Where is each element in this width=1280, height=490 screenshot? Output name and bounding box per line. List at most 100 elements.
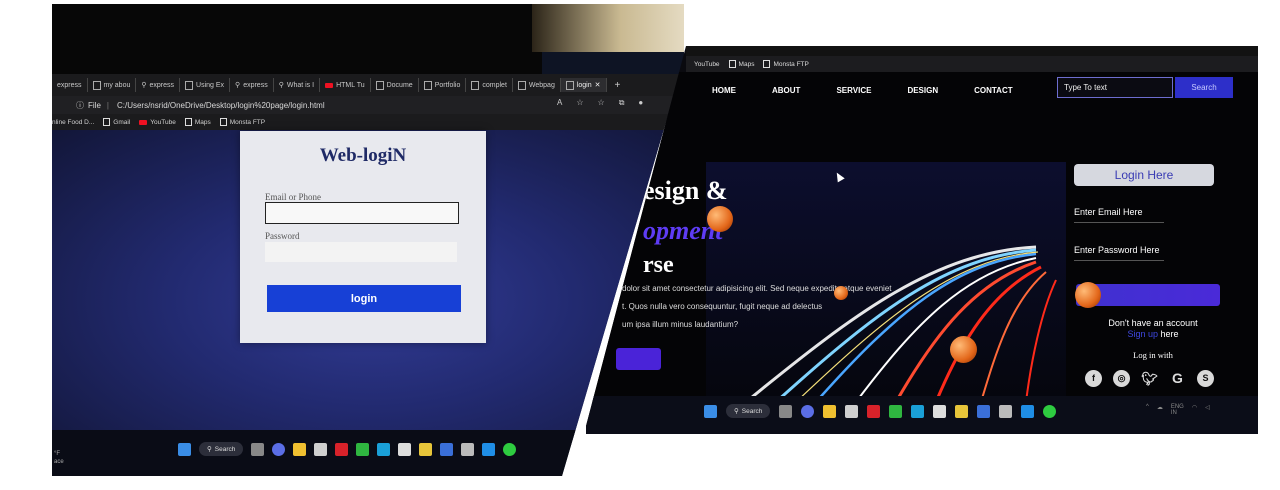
page-icon — [728, 60, 736, 68]
notepad-icon[interactable] — [398, 442, 412, 456]
folder-icon[interactable] — [823, 404, 837, 418]
browser-tab-strip — [686, 46, 1258, 56]
browser-tab-active[interactable]: login ✕ — [560, 78, 607, 92]
cloud-icon[interactable]: ☁ — [1157, 404, 1163, 416]
taskbar-search[interactable]: ⚲ Search — [726, 404, 771, 418]
browser-tab[interactable]: ⚲ express — [136, 78, 181, 92]
chat-icon[interactable] — [272, 442, 286, 456]
office-icon[interactable] — [867, 404, 881, 418]
volume-icon[interactable]: ◁ — [1205, 404, 1210, 416]
store-icon[interactable] — [314, 442, 328, 456]
browser-tab[interactable]: Docume — [371, 78, 419, 92]
password-field[interactable]: Enter Password Here — [1074, 245, 1160, 255]
vscode-icon[interactable] — [482, 442, 496, 456]
close-icon[interactable]: ✕ — [595, 81, 601, 89]
skype-icon[interactable]: S — [1197, 370, 1214, 387]
read-aloud-icon[interactable]: A — [557, 98, 562, 108]
address-bar[interactable]: ⓘ File | C:/Users/nsrid/OneDrive/Desktop… — [52, 96, 684, 114]
bookmark-item[interactable]: YouTube — [139, 119, 176, 126]
favorites-icon[interactable]: ☆ — [598, 98, 605, 108]
start-icon[interactable] — [704, 404, 717, 418]
bookmark-label: nline Food D... — [52, 118, 95, 126]
bookmark-label: Maps — [194, 118, 211, 126]
chevron-up-icon[interactable]: ^ — [1146, 404, 1149, 416]
login-here-button[interactable]: Login Here — [1074, 164, 1214, 186]
visual-studio-icon[interactable] — [440, 442, 454, 456]
git-icon[interactable] — [419, 442, 433, 456]
hero-paragraph-line1: dolor sit amet consectetur adipisicing e… — [622, 284, 892, 293]
start-icon[interactable] — [178, 442, 191, 456]
wifi-icon[interactable]: ◠ — [1192, 404, 1197, 416]
address-url[interactable]: C:/Users/nsrid/OneDrive/Desktop/login%20… — [117, 101, 325, 110]
signup-link[interactable]: Sign up — [1127, 329, 1158, 339]
collections-icon[interactable]: ⧉ — [619, 98, 625, 108]
browser-tab[interactable]: Portfolio — [419, 78, 467, 92]
git-icon[interactable] — [955, 404, 969, 418]
settings-icon[interactable] — [461, 442, 475, 456]
chat-icon[interactable] — [801, 404, 815, 418]
google-icon[interactable]: G — [1169, 370, 1186, 387]
nav-service[interactable]: SERVICE — [836, 86, 871, 95]
bookmark-item[interactable]: Gmail — [103, 118, 130, 126]
browser-tab[interactable]: ⚲ express — [230, 78, 274, 92]
bookmark-item[interactable]: nline Food D... — [52, 119, 94, 126]
taskbar-search[interactable]: ⚲ Search — [199, 442, 244, 456]
office-icon[interactable] — [335, 442, 349, 456]
bookmark-item[interactable]: Monsta FTP — [763, 60, 809, 68]
whatsapp-icon[interactable] — [1043, 404, 1057, 418]
email-field[interactable]: Enter Email Here — [1074, 207, 1143, 217]
whatsapp-icon[interactable] — [503, 442, 517, 456]
facebook-icon[interactable]: f — [1085, 370, 1102, 387]
browser-tab[interactable]: Webpag — [513, 78, 561, 92]
bookmark-item[interactable]: Maps — [728, 60, 755, 68]
browser-tab[interactable]: ⚲ What is I — [274, 78, 321, 92]
xbox-icon[interactable] — [889, 404, 903, 418]
nav-home[interactable]: HOME — [712, 86, 736, 95]
bookmark-label: Gmail — [113, 118, 131, 126]
notepad-icon[interactable] — [933, 404, 947, 418]
favorite-icon[interactable]: ☆ — [576, 98, 583, 108]
bookmark-label: Maps — [738, 60, 755, 68]
login-button[interactable]: login — [267, 285, 461, 312]
twitter-icon[interactable]: 🐦︎ — [1141, 370, 1158, 387]
store-icon[interactable] — [845, 404, 859, 418]
email-field[interactable] — [265, 202, 459, 224]
nav-design[interactable]: DESIGN — [907, 86, 938, 95]
browser-tab[interactable]: Using Ex — [180, 78, 231, 92]
xbox-icon[interactable] — [356, 442, 370, 456]
browser-tab[interactable]: my abou — [88, 78, 137, 92]
site-search-input[interactable]: Type To text — [1057, 77, 1173, 98]
bookmark-item[interactable]: Monsta FTP — [219, 118, 265, 126]
vscode-icon[interactable] — [1021, 404, 1035, 418]
edge-icon[interactable] — [911, 404, 925, 418]
edge-icon[interactable] — [377, 442, 391, 456]
browser-tab[interactable]: complet — [466, 78, 513, 92]
page-icon — [423, 80, 432, 90]
settings-icon[interactable] — [999, 404, 1013, 418]
hero-button[interactable] — [616, 348, 661, 370]
task-view-icon[interactable] — [779, 404, 793, 418]
browser-tab[interactable]: HTML Tu — [320, 78, 371, 92]
language-indicator[interactable]: ENG IN — [1171, 404, 1184, 416]
light-glare — [532, 4, 684, 52]
login-with-text: Log in with — [1133, 350, 1173, 360]
new-tab-icon[interactable]: + — [607, 80, 629, 91]
email-underline — [1074, 222, 1164, 223]
site-search-button[interactable]: Search — [1175, 77, 1233, 98]
weather-widget[interactable]: °F ace — [54, 450, 64, 466]
task-view-icon[interactable] — [251, 442, 265, 456]
taskbar: ⚲ Search ^ ☁ ENG IN ◠ ◁ — [586, 396, 1258, 434]
profile-icon[interactable]: ● — [638, 98, 643, 108]
nav-about[interactable]: ABOUT — [772, 86, 800, 95]
bookmark-item[interactable]: YouTube — [694, 61, 720, 68]
decorative-orb — [707, 206, 733, 232]
folder-icon[interactable] — [293, 442, 307, 456]
taskbar-icons: ⚲ Search — [704, 404, 1057, 418]
password-field[interactable] — [265, 242, 457, 262]
bookmark-item[interactable]: Maps — [184, 118, 211, 126]
visual-studio-icon[interactable] — [977, 404, 991, 418]
instagram-icon[interactable]: ◎ — [1113, 370, 1130, 387]
nav-contact[interactable]: CONTACT — [974, 86, 1013, 95]
tab-label: Webpag — [528, 81, 555, 89]
browser-tab[interactable]: express — [52, 78, 88, 92]
